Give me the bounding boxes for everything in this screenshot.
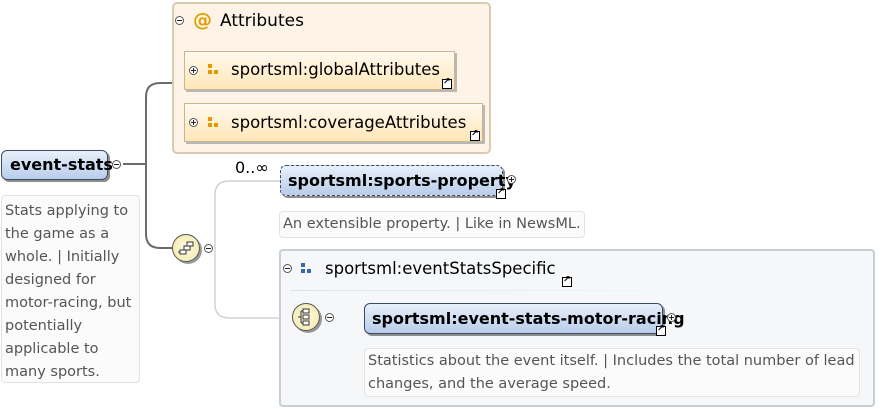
group-header-separator — [290, 290, 720, 291]
group-icon — [301, 263, 311, 273]
doc-line: potentially — [5, 318, 83, 334]
choice-icon — [298, 308, 310, 326]
go-to-definition-icon[interactable] — [656, 324, 666, 336]
doc-line: whole. | Initially — [5, 249, 120, 265]
go-to-definition-icon[interactable] — [442, 77, 452, 89]
go-to-definition-icon[interactable] — [470, 129, 480, 141]
doc-line: An extensible property. | Like in NewsML… — [283, 216, 581, 232]
attribute-group-icon — [208, 117, 218, 127]
sequence-icon — [178, 241, 194, 255]
sports-property-documentation: An extensible property. | Like in NewsML… — [279, 211, 585, 238]
expand-toggle-motor-racing[interactable] — [667, 313, 676, 322]
go-to-definition-icon[interactable] — [496, 187, 506, 199]
attributes-collapse-toggle[interactable] — [175, 16, 184, 25]
doc-line: the game as a — [5, 226, 110, 242]
doc-line: motor-racing, but — [5, 295, 132, 311]
doc-line: Stats applying to — [5, 203, 129, 219]
doc-line: designed for — [5, 272, 96, 288]
expand-toggle-global[interactable] — [189, 66, 198, 75]
root-collapse-toggle[interactable] — [112, 160, 121, 169]
attribute-group-icon — [208, 64, 218, 74]
at-icon: @ — [193, 9, 212, 31]
root-element-event-stats[interactable]: event-stats — [1, 150, 113, 180]
element-label: sportsml:event-stats-motor-racing — [372, 309, 685, 328]
root-element-label: event-stats — [10, 155, 113, 174]
doc-line: many sports. — [5, 364, 100, 380]
element-sports-property[interactable]: sportsml:sports-property — [280, 165, 516, 196]
go-to-definition-icon[interactable] — [562, 275, 572, 287]
cardinality-label: 0..∞ — [235, 158, 269, 177]
root-documentation: Stats applying to the game as a whole. |… — [1, 195, 140, 383]
doc-line: changes, and the average speed. — [368, 376, 611, 392]
expand-toggle-sports-property[interactable] — [507, 175, 516, 184]
element-label: sportsml:sports-property — [288, 171, 516, 190]
attribute-group-label: sportsml:coverageAttributes — [231, 113, 467, 132]
group-collapse-toggle[interactable] — [283, 264, 292, 273]
element-event-stats-motor-racing[interactable]: sportsml:event-stats-motor-racing — [364, 303, 685, 334]
group-title: sportsml:eventStatsSpecific — [325, 259, 556, 278]
choice-collapse-toggle[interactable] — [325, 313, 334, 322]
expand-toggle-coverage[interactable] — [189, 118, 198, 127]
motor-racing-documentation: Statistics about the event itself. | Inc… — [364, 348, 860, 397]
attributes-title: Attributes — [220, 11, 304, 31]
doc-line: Statistics about the event itself. | Inc… — [368, 353, 855, 369]
sequence-collapse-toggle[interactable] — [204, 244, 213, 253]
attribute-group-label: sportsml:globalAttributes — [231, 60, 441, 79]
doc-line: applicable to — [5, 341, 99, 357]
